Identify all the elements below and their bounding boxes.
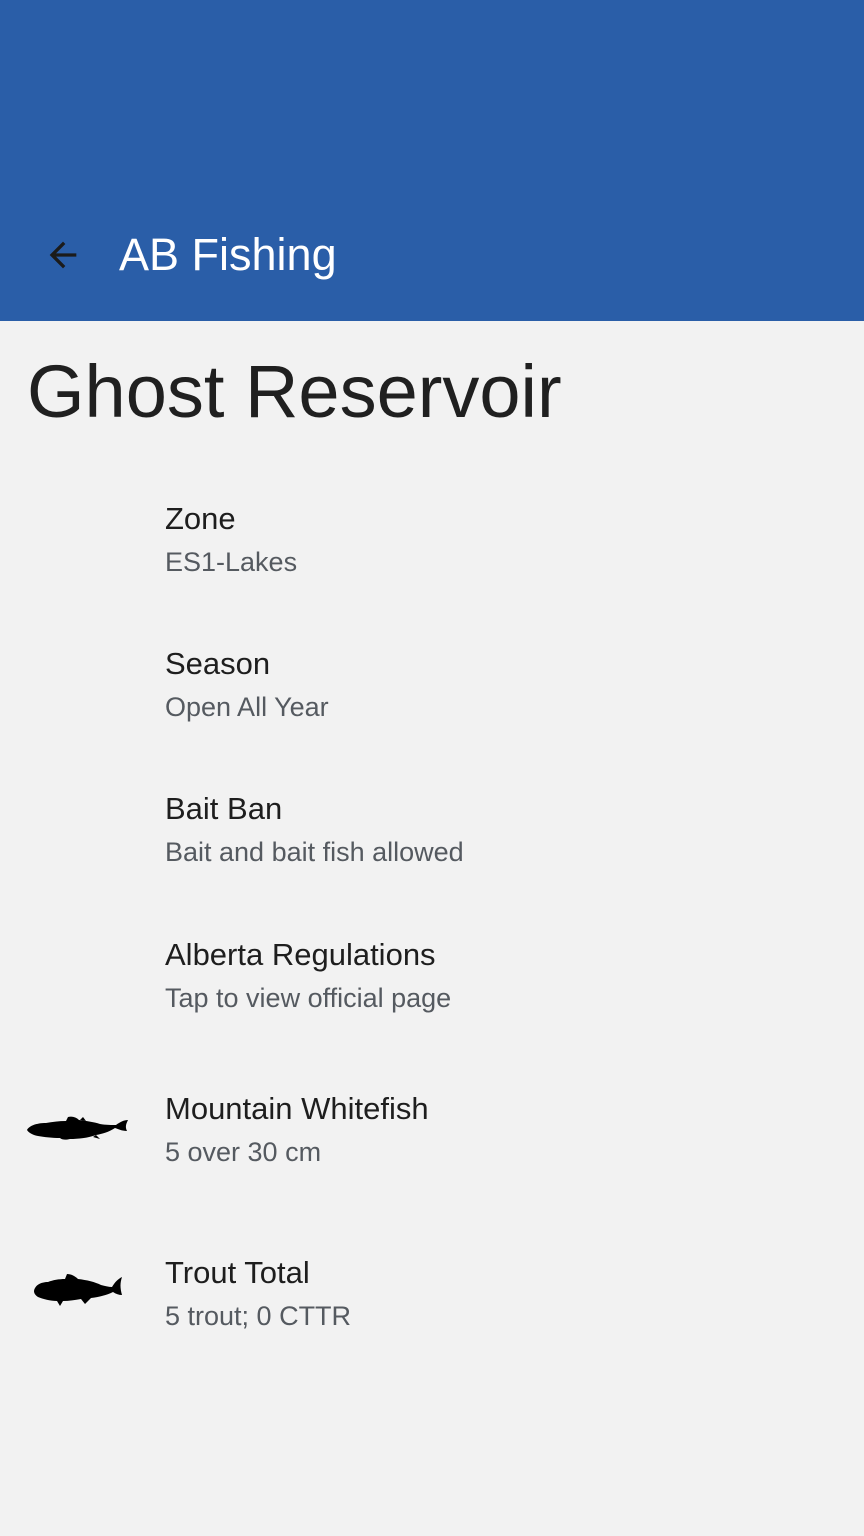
arrow-back-icon — [49, 241, 77, 269]
app-title: AB Fishing — [119, 229, 337, 280]
item-title: Season — [165, 646, 271, 681]
app-bar: AB Fishing — [0, 0, 864, 321]
item-subtitle: Tap to view official page — [165, 983, 452, 1013]
item-subtitle: Bait and bait fish allowed — [165, 837, 464, 867]
item-title: Zone — [165, 501, 236, 536]
item-subtitle: 5 trout; 0 CTTR — [165, 1301, 352, 1331]
list-item-bait-ban[interactable]: Bait Ban Bait and bait fish allowed — [0, 775, 864, 915]
list-item-alberta-regulations[interactable]: Alberta Regulations Tap to view official… — [0, 920, 864, 1060]
list-item-trout-total[interactable]: Trout Total 5 trout; 0 CTTR — [0, 1237, 864, 1377]
item-subtitle: Open All Year — [165, 692, 329, 722]
trout-icon — [34, 1274, 122, 1306]
whitefish-icon — [27, 1116, 128, 1140]
item-subtitle: ES1-Lakes — [165, 547, 298, 577]
item-title: Bait Ban — [165, 791, 283, 826]
item-title: Alberta Regulations — [165, 937, 436, 972]
list-item-season[interactable]: Season Open All Year — [0, 630, 864, 770]
item-title: Trout Total — [165, 1255, 310, 1290]
page-title: Ghost Reservoir — [27, 350, 562, 433]
item-subtitle: 5 over 30 cm — [165, 1137, 322, 1167]
item-title: Mountain Whitefish — [165, 1091, 429, 1126]
back-button[interactable] — [30, 222, 96, 288]
list-item-mountain-whitefish[interactable]: Mountain Whitefish 5 over 30 cm — [0, 1072, 864, 1212]
list-item-zone[interactable]: Zone ES1-Lakes — [0, 484, 864, 624]
